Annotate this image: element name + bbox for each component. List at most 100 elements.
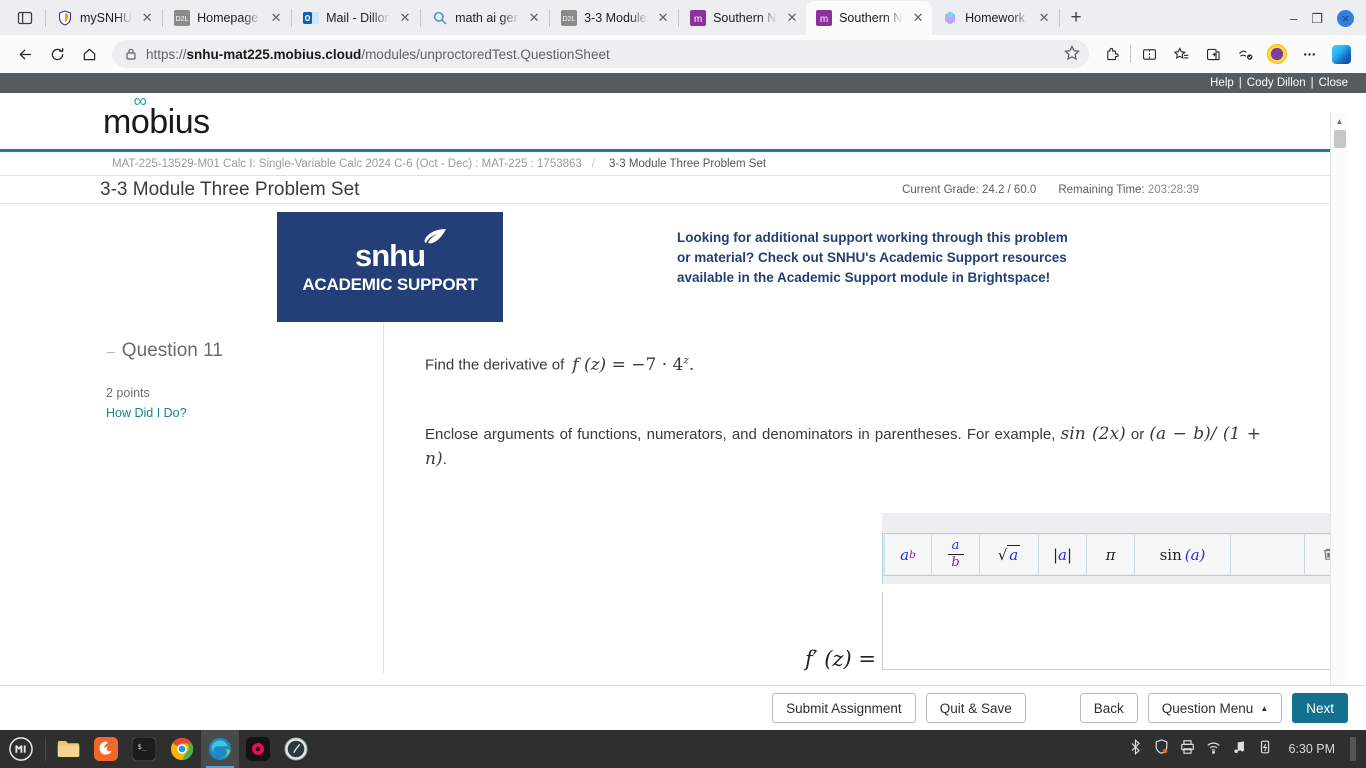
tab-close-icon-4[interactable]: ✕ bbox=[655, 10, 671, 26]
snhu-academic-support-logo: snhu ACADEMIC SUPPORT bbox=[277, 212, 503, 322]
next-button[interactable]: Next bbox=[1292, 693, 1348, 723]
browser-tab-0[interactable]: mySNHU ✕ bbox=[47, 1, 161, 35]
help-link[interactable]: Help bbox=[1210, 77, 1234, 89]
tab-actions-icon[interactable] bbox=[6, 1, 44, 35]
collapse-icon[interactable]: – bbox=[107, 344, 115, 358]
terminal-icon[interactable]: $_ bbox=[125, 730, 163, 768]
address-bar[interactable]: https://snhu-mat225.mobius.cloud/modules… bbox=[112, 40, 1089, 68]
browser-tab-label-6: Southern New bbox=[839, 11, 903, 25]
taskbar-divider bbox=[45, 737, 46, 761]
breadcrumb: MAT-225-13529-M01 Calc I: Single-Variabl… bbox=[0, 152, 1348, 176]
question-menu-label: Question Menu bbox=[1161, 700, 1254, 716]
page-scrollbar[interactable]: ▲ bbox=[1330, 113, 1348, 730]
sqrt-button[interactable]: √ a bbox=[980, 535, 1039, 574]
answer-input[interactable] bbox=[882, 592, 1348, 670]
extensions-icon[interactable] bbox=[1097, 39, 1127, 69]
instructions-example-sin: sin (2x) bbox=[1060, 423, 1126, 444]
close-link[interactable]: Close bbox=[1319, 77, 1348, 89]
tab-divider bbox=[45, 9, 46, 27]
battery-icon[interactable] bbox=[1258, 739, 1273, 760]
chevron-up-icon: ▲ bbox=[1260, 703, 1269, 713]
tab-divider bbox=[420, 9, 422, 27]
new-tab-button[interactable]: + bbox=[1061, 3, 1091, 33]
svg-text:D2L: D2L bbox=[563, 16, 576, 23]
browser-tab-7[interactable]: Homework Sp ✕ bbox=[932, 1, 1058, 35]
browser-tab-4[interactable]: D2L 3-3 Module Th ✕ bbox=[551, 1, 677, 35]
reload-icon[interactable] bbox=[42, 39, 72, 69]
support-message: Looking for additional support working t… bbox=[677, 230, 1068, 285]
absolute-value-button[interactable]: |a| bbox=[1039, 535, 1087, 574]
music-icon[interactable] bbox=[1232, 739, 1247, 760]
quit-save-button[interactable]: Quit & Save bbox=[925, 693, 1026, 723]
browser-tab-5[interactable]: m Southern New ✕ bbox=[680, 1, 806, 35]
browser-essentials-icon[interactable] bbox=[1230, 39, 1260, 69]
tab-close-icon-7[interactable]: ✕ bbox=[1036, 10, 1052, 26]
breadcrumb-course[interactable]: MAT-225-13529-M01 Calc I: Single-Variabl… bbox=[112, 158, 582, 170]
taskbar-clock[interactable]: 6:30 PM bbox=[1288, 742, 1335, 756]
question-menu-button[interactable]: Question Menu ▲ bbox=[1147, 693, 1283, 723]
user-name-link[interactable]: Cody Dillon bbox=[1247, 77, 1306, 89]
instructions-or: or bbox=[1130, 425, 1145, 443]
tab-divider bbox=[549, 9, 551, 27]
scrollbar-thumb[interactable] bbox=[1334, 130, 1346, 148]
sine-button[interactable]: sin (a) bbox=[1135, 535, 1231, 574]
tab-close-icon-6[interactable]: ✕ bbox=[910, 10, 926, 26]
current-grade-value: 24.2 / 60.0 bbox=[981, 183, 1037, 196]
tab-close-icon-3[interactable]: ✕ bbox=[526, 10, 542, 26]
page-title: 3-3 Module Three Problem Set bbox=[100, 178, 360, 200]
close-window-button[interactable]: × bbox=[1337, 10, 1354, 27]
browser-toolbar: https://snhu-mat225.mobius.cloud/modules… bbox=[0, 35, 1366, 73]
edge-icon[interactable] bbox=[201, 730, 239, 768]
minimize-button[interactable]: – bbox=[1290, 12, 1297, 25]
printer-icon[interactable] bbox=[1180, 739, 1195, 760]
how-did-i-do-link[interactable]: How Did I Do? bbox=[106, 406, 187, 420]
bluetooth-icon[interactable] bbox=[1128, 738, 1143, 760]
browser-tab-1[interactable]: D2L Homepage - M ✕ bbox=[164, 1, 290, 35]
maximize-button[interactable]: ❐ bbox=[1311, 12, 1323, 25]
collections-icon[interactable] bbox=[1198, 39, 1228, 69]
update-shield-icon[interactable] bbox=[1154, 738, 1169, 760]
browser-tab-3[interactable]: math ai gener ✕ bbox=[422, 1, 548, 35]
chrome-icon[interactable] bbox=[163, 730, 201, 768]
more-icon[interactable] bbox=[1294, 39, 1324, 69]
scroll-up-arrow[interactable]: ▲ bbox=[1331, 113, 1348, 130]
star-icon[interactable] bbox=[1063, 44, 1081, 65]
taskbar-grip[interactable] bbox=[1350, 737, 1356, 761]
favorites-icon[interactable] bbox=[1166, 39, 1196, 69]
profile-avatar[interactable] bbox=[1262, 39, 1292, 69]
wifi-icon[interactable] bbox=[1206, 739, 1221, 760]
back-icon[interactable] bbox=[10, 39, 40, 69]
shield-icon bbox=[57, 10, 73, 26]
browser-tab-label-0: mySNHU bbox=[80, 11, 133, 25]
pi-button[interactable]: π bbox=[1087, 535, 1135, 574]
svg-text:m: m bbox=[694, 14, 702, 25]
tab-close-icon-1[interactable]: ✕ bbox=[268, 10, 284, 26]
logo-text-suffix: bius bbox=[149, 103, 210, 141]
instructions-period: . bbox=[442, 450, 447, 468]
clock-app-icon[interactable] bbox=[277, 730, 315, 768]
exponent-button[interactable]: ab bbox=[884, 535, 932, 574]
split-screen-icon[interactable] bbox=[1134, 39, 1164, 69]
d2l-icon: D2L bbox=[174, 10, 191, 26]
fraction-button[interactable]: ab bbox=[932, 535, 980, 574]
topbar-separator-2: | bbox=[1310, 77, 1314, 89]
media-icon[interactable] bbox=[239, 730, 277, 768]
mint-menu-icon[interactable] bbox=[0, 730, 42, 768]
tab-close-icon-5[interactable]: ✕ bbox=[784, 10, 800, 26]
topbar-separator-1: | bbox=[1238, 77, 1242, 89]
browser-tab-label-4: 3-3 Module Th bbox=[584, 11, 648, 25]
tab-divider bbox=[1059, 9, 1061, 27]
tab-close-icon-0[interactable]: ✕ bbox=[139, 10, 155, 26]
copilot-icon[interactable] bbox=[1326, 39, 1356, 69]
mobius-top-bar: Help | Cody Dillon | Close bbox=[0, 73, 1366, 93]
tab-close-icon-2[interactable]: ✕ bbox=[397, 10, 413, 26]
back-button[interactable]: Back bbox=[1079, 693, 1138, 723]
submit-assignment-button[interactable]: Submit Assignment bbox=[772, 693, 916, 723]
math-editor: ab ab √ a |a| π sin (a) bbox=[882, 513, 1348, 670]
browser-tab-2[interactable]: Mail - Dillon, C ✕ bbox=[293, 1, 419, 35]
home-icon[interactable] bbox=[74, 39, 104, 69]
files-icon[interactable] bbox=[49, 730, 87, 768]
browser-tab-6[interactable]: m Southern New ✕ bbox=[806, 1, 933, 35]
firefox-icon[interactable] bbox=[87, 730, 125, 768]
search-icon bbox=[432, 10, 448, 26]
